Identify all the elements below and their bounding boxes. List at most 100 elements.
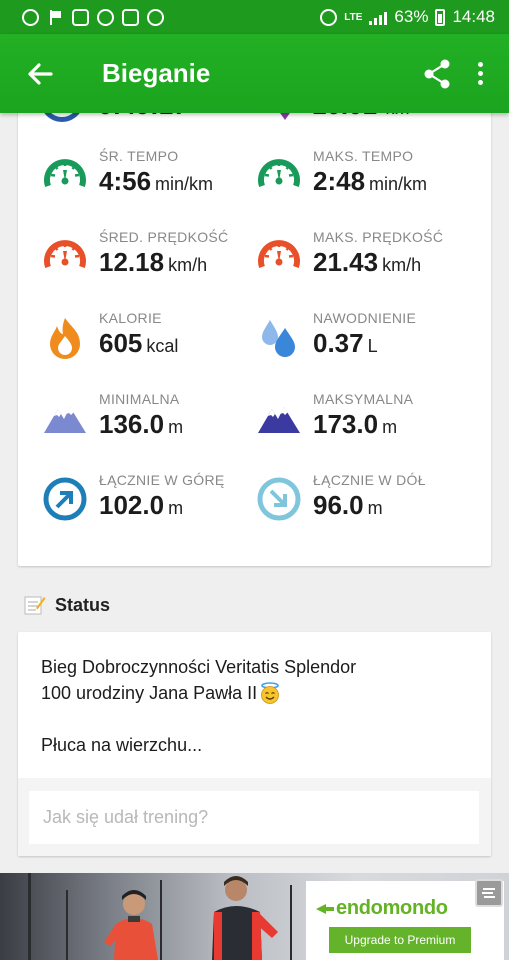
stat-unit: m bbox=[168, 417, 184, 437]
stat-value: 0.37 L bbox=[313, 328, 378, 359]
stat-value: 96.0 m bbox=[313, 490, 383, 521]
stat-value: 136.0 m bbox=[99, 409, 183, 440]
battery-icon bbox=[435, 8, 446, 26]
speedometer-icon bbox=[256, 152, 302, 198]
status-line: 100 urodziny Jana Pawła II bbox=[41, 680, 461, 706]
stat-item: MAKS. PRĘDKOŚĆ 21.43 km/h bbox=[256, 227, 466, 289]
mountain-icon bbox=[42, 395, 88, 441]
stat-unit: L bbox=[367, 336, 378, 356]
clock: 14:48 bbox=[452, 7, 495, 26]
more-options-button[interactable] bbox=[457, 52, 503, 96]
stat-label: MINIMALNA bbox=[99, 391, 180, 407]
stat-number: 12.18 bbox=[99, 247, 165, 277]
flame-icon bbox=[42, 314, 88, 360]
network-type: LTE bbox=[344, 11, 363, 23]
more-vert-icon bbox=[477, 62, 483, 67]
instagram-icon bbox=[122, 8, 139, 26]
comment-input[interactable] bbox=[29, 791, 479, 844]
share-icon bbox=[424, 59, 450, 88]
status-section-header: Status bbox=[24, 594, 110, 616]
stat-value: 2:48 min/km bbox=[313, 166, 427, 197]
back-button[interactable] bbox=[14, 48, 66, 100]
stat-number: 2:48 bbox=[313, 166, 366, 196]
speedometer-icon bbox=[42, 152, 88, 198]
ad-banner[interactable]: endomondo Upgrade to Premium bbox=[0, 873, 509, 960]
stat-item: MINIMALNA 136.0 m bbox=[42, 389, 252, 451]
arrow-down-right-icon bbox=[256, 476, 302, 522]
stat-value: 12.18 km/h bbox=[99, 247, 207, 278]
stat-number: 96.0 bbox=[313, 490, 364, 520]
share-button[interactable] bbox=[417, 52, 457, 96]
ad-brand-name: endomondo bbox=[336, 897, 448, 919]
stat-item: NAWODNIENIE 0.37 L bbox=[256, 308, 466, 370]
tree-decoration bbox=[28, 873, 31, 960]
status-card: Bieg Dobroczynności Veritatis Splendor 1… bbox=[18, 632, 491, 856]
notification-icons bbox=[22, 8, 164, 26]
signal-icon bbox=[369, 10, 388, 25]
stat-label: MAKSYMALNA bbox=[313, 391, 414, 407]
stat-number: 136.0 bbox=[99, 409, 165, 439]
stat-item: ŁĄCZNIE W GÓRĘ 102.0 m bbox=[42, 470, 252, 532]
stat-value: 4:56 min/km bbox=[99, 166, 213, 197]
stat-unit: km/h bbox=[168, 255, 208, 275]
stat-unit: m bbox=[367, 498, 383, 518]
tree-decoration bbox=[66, 890, 68, 960]
stat-number: 173.0 bbox=[313, 409, 379, 439]
runner-photo bbox=[104, 890, 158, 960]
speedometer-icon bbox=[42, 233, 88, 279]
stat-value: 102.0 m bbox=[99, 490, 183, 521]
stat-number: 605 bbox=[99, 328, 143, 358]
stat-label: MAKS. TEMPO bbox=[313, 148, 414, 164]
upgrade-premium-button[interactable]: Upgrade to Premium bbox=[329, 927, 471, 953]
stat-label: KALORIE bbox=[99, 310, 162, 326]
stat-item: MAKS. TEMPO 2:48 min/km bbox=[256, 146, 466, 208]
stat-unit: m bbox=[382, 417, 398, 437]
stat-label: MAKS. PRĘDKOŚĆ bbox=[313, 229, 444, 245]
flag-icon bbox=[47, 9, 64, 26]
stat-unit: m bbox=[168, 498, 184, 518]
stat-label: ŚRED. PRĘDKOŚĆ bbox=[99, 229, 229, 245]
speedometer-icon bbox=[256, 233, 302, 279]
status-line: Bieg Dobroczynności Veritatis Splendor bbox=[41, 657, 357, 677]
endomondo-logo-icon bbox=[316, 904, 334, 914]
page-title: Bieganie bbox=[102, 58, 211, 88]
stat-label: ŁĄCZNIE W DÓŁ bbox=[313, 472, 426, 488]
arrow-up-right-icon bbox=[42, 476, 88, 522]
notepad-icon bbox=[24, 596, 46, 615]
stat-number: 21.43 bbox=[313, 247, 379, 277]
comment-area bbox=[18, 778, 491, 856]
status-title: Status bbox=[55, 594, 111, 615]
messenger-icon bbox=[97, 8, 114, 26]
ad-info-icon bbox=[482, 888, 495, 898]
app-bar: Bieganie bbox=[0, 34, 509, 113]
alarm-clock-icon bbox=[320, 8, 338, 26]
facebook-icon bbox=[22, 8, 39, 26]
mountain-icon bbox=[256, 395, 302, 441]
stat-label: ŁĄCZNIE W GÓRĘ bbox=[99, 472, 225, 488]
runner-photo bbox=[212, 876, 278, 960]
stat-label: NAWODNIENIE bbox=[313, 310, 417, 326]
stat-label: ŚR. TEMPO bbox=[99, 148, 179, 164]
stat-value: 605 kcal bbox=[99, 328, 178, 359]
workout-stats-card: 0:49:17 10.01 km ŚR. TEMPO 4:56min/km bbox=[18, 80, 491, 566]
instagram-icon bbox=[72, 8, 89, 26]
stat-number: 0.37 bbox=[313, 328, 364, 358]
water-drops-icon bbox=[256, 314, 302, 360]
angel-emoji-icon bbox=[261, 682, 280, 704]
stat-item: ŚR. TEMPO 4:56 min/km bbox=[42, 146, 252, 208]
stat-value: 173.0 m bbox=[313, 409, 397, 440]
stat-unit: km/h bbox=[382, 255, 422, 275]
battery-percent: 63% bbox=[394, 7, 429, 26]
stat-item: ŚRED. PRĘDKOŚĆ 12.18 km/h bbox=[42, 227, 252, 289]
ad-close-button[interactable] bbox=[475, 879, 503, 907]
stat-unit: min/km bbox=[369, 174, 428, 194]
stat-item: MAKSYMALNA 173.0 m bbox=[256, 389, 466, 451]
stat-number: 102.0 bbox=[99, 490, 165, 520]
stat-number: 4:56 bbox=[99, 166, 152, 196]
system-status-bar: LTE 63% 14:48 bbox=[0, 0, 509, 34]
arrow-back-icon bbox=[28, 62, 53, 85]
stat-item: ŁĄCZNIE W DÓŁ 96.0 m bbox=[256, 470, 466, 532]
stat-unit: kcal bbox=[146, 336, 179, 356]
stat-item: KALORIE 605 kcal bbox=[42, 308, 252, 370]
status-message: Bieg Dobroczynności Veritatis Splendor 1… bbox=[41, 654, 461, 758]
